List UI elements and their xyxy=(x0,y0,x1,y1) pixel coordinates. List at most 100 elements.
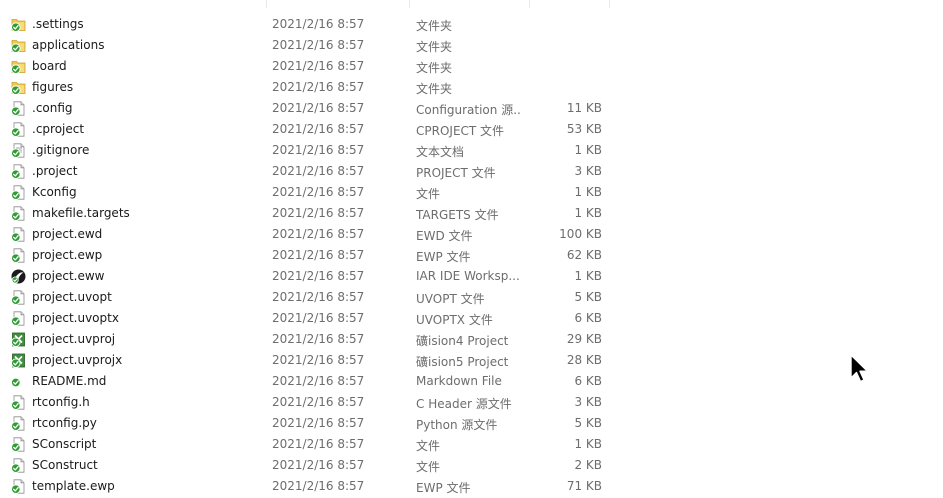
file-row[interactable]: project.uvopt 2021/2/16 8:57 UVOPT 文件 5 KB xyxy=(0,287,620,308)
file-sync-icon xyxy=(11,248,26,263)
file-size: 100 KB xyxy=(559,227,602,241)
file-row[interactable]: rtconfig.py 2021/2/16 8:57 Python 源文件 5 KB xyxy=(0,413,620,434)
file-row[interactable]: figures 2021/2/16 8:57 文件夹 xyxy=(0,77,620,98)
file-size: 71 KB xyxy=(566,479,602,493)
file-type: 文本文档 xyxy=(416,145,465,159)
file-row[interactable]: SConscript 2021/2/16 8:57 文件 1 KB xyxy=(0,434,620,455)
file-size: 29 KB xyxy=(566,332,602,346)
file-name: .settings xyxy=(32,17,84,31)
file-sync-icon xyxy=(11,227,26,242)
file-type: CPROJECT 文件 xyxy=(416,124,505,138)
file-row[interactable]: project.ewd 2021/2/16 8:57 EWD 文件 100 KB xyxy=(0,224,620,245)
file-name: figures xyxy=(32,80,74,94)
file-row[interactable]: .settings 2021/2/16 8:57 文件夹 xyxy=(0,14,620,35)
column-divider[interactable] xyxy=(609,0,610,8)
folder-sync-icon xyxy=(11,59,26,74)
file-sync-icon xyxy=(11,416,26,431)
file-size: 53 KB xyxy=(566,122,602,136)
file-type: 文件 xyxy=(416,460,441,474)
file-type: 文件夹 xyxy=(416,61,453,75)
file-date-modified: 2021/2/16 8:57 xyxy=(272,185,365,199)
file-name: .config xyxy=(32,101,73,115)
file-date-modified: 2021/2/16 8:57 xyxy=(272,248,365,262)
file-row[interactable]: .project 2021/2/16 8:57 PROJECT 文件 3 KB xyxy=(0,161,620,182)
file-row[interactable]: Kconfig 2021/2/16 8:57 文件 1 KB xyxy=(0,182,620,203)
column-divider[interactable] xyxy=(266,0,267,8)
file-type: 文件夹 xyxy=(416,82,453,96)
file-row[interactable]: board 2021/2/16 8:57 文件夹 xyxy=(0,56,620,77)
column-divider[interactable] xyxy=(529,0,530,8)
file-type: UVOPTX 文件 xyxy=(416,313,493,327)
column-divider[interactable] xyxy=(409,0,410,8)
file-sync-icon xyxy=(11,458,26,473)
file-row[interactable]: project.uvproj 2021/2/16 8:57 礦ision4 Proj… xyxy=(0,329,620,350)
file-type: C Header 源文件 xyxy=(416,397,512,411)
file-type: Configuration 源... xyxy=(416,103,522,117)
file-type: 文件 xyxy=(416,187,441,201)
file-name: SConstruct xyxy=(32,458,98,472)
file-sync-icon xyxy=(11,101,26,116)
file-date-modified: 2021/2/16 8:57 xyxy=(272,227,365,241)
folder-sync-icon xyxy=(11,17,26,32)
file-type: TARGETS 文件 xyxy=(416,208,499,222)
file-date-modified: 2021/2/16 8:57 xyxy=(272,164,365,178)
file-date-modified: 2021/2/16 8:57 xyxy=(272,17,365,31)
file-type: Python 源文件 xyxy=(416,418,498,432)
file-date-modified: 2021/2/16 8:57 xyxy=(272,416,365,430)
file-size: 1 KB xyxy=(574,437,602,451)
file-row[interactable]: project.uvoptx 2021/2/16 8:57 UVOPTX 文件 6 K… xyxy=(0,308,620,329)
file-date-modified: 2021/2/16 8:57 xyxy=(272,101,365,115)
file-row[interactable]: makefile.targets 2021/2/16 8:57 TARGETS 文件… xyxy=(0,203,620,224)
file-date-modified: 2021/2/16 8:57 xyxy=(272,206,365,220)
file-size: 28 KB xyxy=(566,353,602,367)
file-date-modified: 2021/2/16 8:57 xyxy=(272,311,365,325)
file-type: 礦ision5 Project xyxy=(416,355,509,369)
file-type: 文件夹 xyxy=(416,19,453,33)
file-date-modified: 2021/2/16 8:57 xyxy=(272,479,365,493)
file-date-modified: 2021/2/16 8:57 xyxy=(272,353,365,367)
file-size: 1 KB xyxy=(574,269,602,283)
file-name: applications xyxy=(32,38,105,52)
file-size: 6 KB xyxy=(574,311,602,325)
file-name: .project xyxy=(32,164,78,178)
file-size: 11 KB xyxy=(566,101,602,115)
file-type: EWD 文件 xyxy=(416,229,473,243)
file-row[interactable]: .cproject 2021/2/16 8:57 CPROJECT 文件 53 KB xyxy=(0,119,620,140)
file-date-modified: 2021/2/16 8:57 xyxy=(272,122,365,136)
file-row[interactable]: template.ewp 2021/2/16 8:57 EWP 文件 71 KB xyxy=(0,476,620,497)
file-row[interactable]: project.ewp 2021/2/16 8:57 EWP 文件 62 KB xyxy=(0,245,620,266)
file-name: .gitignore xyxy=(32,143,90,157)
file-sync-icon xyxy=(11,122,26,137)
file-sync-icon xyxy=(11,164,26,179)
file-row[interactable]: .config 2021/2/16 8:57 Configuration 源... 1… xyxy=(0,98,620,119)
file-date-modified: 2021/2/16 8:57 xyxy=(272,374,365,388)
file-date-modified: 2021/2/16 8:57 xyxy=(272,437,365,451)
file-date-modified: 2021/2/16 8:57 xyxy=(272,143,365,157)
file-sync-icon xyxy=(11,395,26,410)
folder-sync-icon xyxy=(11,80,26,95)
file-type: UVOPT 文件 xyxy=(416,292,485,306)
file-date-modified: 2021/2/16 8:57 xyxy=(272,332,365,346)
file-row[interactable]: project.uvprojx 2021/2/16 8:57 礦ision5 Pro… xyxy=(0,350,620,371)
file-size: 5 KB xyxy=(574,290,602,304)
file-name: board xyxy=(32,59,67,73)
file-size: 2 KB xyxy=(574,458,602,472)
file-name: .cproject xyxy=(32,122,85,136)
file-row[interactable]: SConstruct 2021/2/16 8:57 文件 2 KB xyxy=(0,455,620,476)
file-row[interactable]: README.md 2021/2/16 8:57 Markdown File 6 KB xyxy=(0,371,620,392)
file-row[interactable]: rtconfig.h 2021/2/16 8:57 C Header 源文件 3 KB xyxy=(0,392,620,413)
file-row[interactable]: .gitignore 2021/2/16 8:57 文本文档 1 KB xyxy=(0,140,620,161)
file-name: project.uvopt xyxy=(32,290,112,304)
file-sync-icon xyxy=(11,311,26,326)
file-name: project.uvprojx xyxy=(32,353,123,367)
file-size: 3 KB xyxy=(574,395,602,409)
file-name: SConscript xyxy=(32,437,97,451)
file-row[interactable]: project.eww 2021/2/16 8:57 IAR IDE Worksp.… xyxy=(0,266,620,287)
file-size: 3 KB xyxy=(574,164,602,178)
file-type: 文件夹 xyxy=(416,40,453,54)
file-sync-icon xyxy=(11,206,26,221)
file-size: 62 KB xyxy=(566,248,602,262)
file-type: Markdown File xyxy=(416,374,502,388)
file-name: template.ewp xyxy=(32,479,115,493)
file-row[interactable]: applications 2021/2/16 8:57 文件夹 xyxy=(0,35,620,56)
